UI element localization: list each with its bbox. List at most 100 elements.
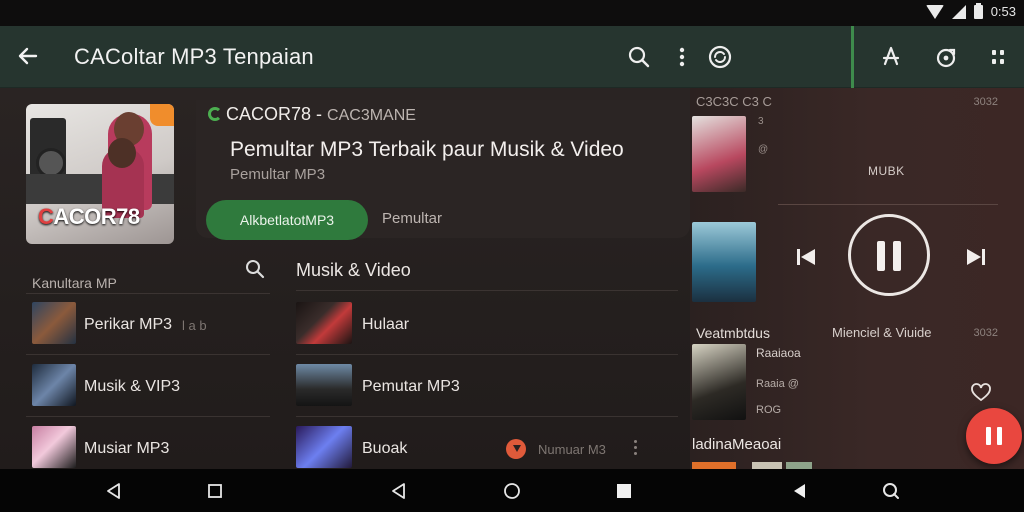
status-icons: 0:53 [925, 2, 1016, 19]
now-playing-album-art[interactable] [692, 222, 756, 302]
pause-icon [986, 427, 991, 445]
nav-recents-icon[interactable] [614, 481, 634, 501]
progress-bar[interactable] [778, 204, 998, 205]
app-bar-title: CAColtar MP3 Tenpaian [74, 44, 314, 69]
app-info-card: CACOR78 - CAC3MANE Pemultar MP3 Terbaik … [196, 100, 690, 240]
library-panel: CACOR78 CACOR78 - CAC3MANE Pemultar MP3 … [0, 88, 690, 469]
app-name-suffix: CAC3MANE [327, 107, 416, 124]
system-nav-bar [0, 469, 1024, 512]
nav-recents-icon[interactable] [205, 481, 225, 501]
player-column-label: Mienciel & Viuide [832, 325, 932, 340]
primary-action-button[interactable]: AlkbetlatotMP3 [206, 200, 368, 240]
album-brand-c: C [38, 204, 54, 229]
status-bar: 0:53 [0, 0, 1024, 26]
wifi-icon [925, 4, 944, 19]
list-item[interactable]: Musik & VIP3 [32, 358, 272, 414]
divider [26, 354, 270, 355]
download-icon[interactable] [506, 439, 526, 459]
list-item[interactable]: Pemutar MP3 [296, 358, 678, 414]
nav-back-icon[interactable] [389, 481, 409, 501]
playlist-sync-icon[interactable] [933, 44, 959, 70]
player-top-year: 3032 [973, 96, 998, 108]
app-subline: Pemultar MP3 [230, 166, 326, 183]
queue-meta: @ [758, 144, 769, 155]
pause-icon [893, 241, 901, 271]
album-brand: CACOR78 [38, 204, 140, 230]
thumbnail-strip [692, 462, 736, 469]
person-head-graphic [108, 138, 136, 168]
queue-item-meta: ROG [756, 404, 782, 416]
track-thumbnail [296, 426, 352, 468]
album-art[interactable]: CACOR78 [26, 104, 174, 244]
app-name: CACOR78 - CAC3MANE [208, 104, 416, 125]
search-icon[interactable] [626, 44, 652, 70]
more-vert-icon[interactable] [634, 440, 638, 456]
divider [26, 416, 270, 417]
track-title: Musik & VIP3 [84, 378, 181, 395]
divider [296, 290, 678, 291]
nav-back-icon[interactable] [104, 481, 124, 501]
play-pause-button[interactable] [848, 214, 930, 296]
heart-icon[interactable] [970, 381, 992, 403]
app-tagline: Pemultar MP3 Terbaik paur Musik & Video [230, 138, 624, 161]
thumbnail-strip [786, 462, 812, 469]
nav-back-icon[interactable] [790, 481, 810, 501]
right-section-title: Musik & Video [296, 260, 411, 280]
sync-icon[interactable] [707, 44, 733, 70]
track-thumbnail [32, 426, 76, 468]
battery-icon [973, 2, 983, 19]
grid-menu-icon[interactable] [985, 44, 1011, 70]
queue-item-meta: Raaia @ [756, 378, 799, 390]
divider [296, 354, 678, 355]
track-meta: l a b [182, 318, 207, 333]
player-column-label: Veatmbtdus [696, 325, 770, 341]
nav-search-icon[interactable] [881, 481, 901, 501]
queue-item-title: Raaiaoa [756, 346, 801, 360]
list-item[interactable]: Perikar MP3 l a b [32, 296, 272, 352]
track-meta: Numuar M3 [538, 442, 606, 457]
list-item[interactable]: Hulaar [296, 296, 678, 352]
track-thumbnail [32, 302, 76, 344]
status-time: 0:53 [990, 4, 1016, 19]
queue-meta: 3 [758, 116, 764, 127]
app-name-text: CACOR78 - [226, 104, 323, 124]
more-vert-icon[interactable] [669, 44, 695, 70]
player-top-label: C3C3C C3 C [696, 94, 772, 109]
track-title: Musiar MP3 [84, 440, 170, 457]
left-section-title: Kanultara MP [32, 275, 117, 291]
track-title: Buoak [362, 440, 408, 457]
pause-icon [877, 241, 885, 271]
album-brand-text: ACOR78 [53, 204, 140, 229]
thumbnail-strip [752, 462, 782, 469]
nav-home-icon[interactable] [502, 481, 522, 501]
share-icon[interactable] [878, 44, 904, 70]
skip-previous-icon[interactable] [794, 245, 818, 269]
player-column-year: 3032 [973, 327, 998, 339]
app-logo-icon [208, 107, 222, 121]
skip-next-icon[interactable] [964, 245, 988, 269]
secondary-action-button[interactable]: Pemultar [382, 210, 442, 227]
search-icon[interactable] [244, 258, 266, 280]
list-item[interactable]: Buoak Numuar M3 [296, 420, 678, 476]
player-panel: C3C3C C3 C 3032 3 @ MUBK Veatmbtdus Mien… [690, 88, 1024, 469]
app-bar: CAColtar MP3 Tenpaian [0, 26, 1024, 88]
back-arrow-icon[interactable] [14, 42, 42, 70]
floating-pause-button[interactable] [966, 408, 1022, 464]
track-title: Perikar MP3 [84, 316, 173, 333]
pause-icon [997, 427, 1002, 445]
track-thumbnail [296, 302, 352, 344]
signal-icon [951, 4, 966, 19]
queue-album-art[interactable] [692, 116, 746, 192]
track-title: Hulaar [362, 316, 410, 333]
track-thumbnail [296, 364, 352, 406]
app-bar-divider [851, 26, 854, 88]
queue-album-art[interactable] [692, 344, 746, 420]
track-thumbnail [32, 364, 76, 406]
player-heading: MUBK [868, 164, 905, 178]
divider [26, 293, 270, 294]
divider [296, 416, 678, 417]
album-badge [150, 104, 174, 126]
track-title: Pemutar MP3 [362, 378, 460, 395]
queue-section-title: ladinaMeaoai [692, 436, 782, 453]
list-item[interactable]: Musiar MP3 [32, 420, 272, 476]
